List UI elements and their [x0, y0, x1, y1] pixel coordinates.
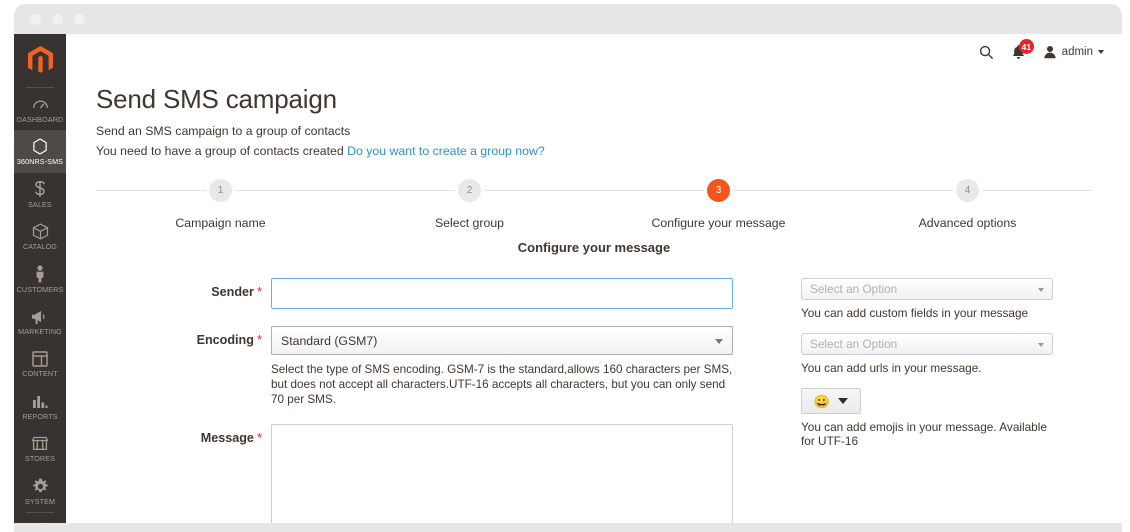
sidebar-item-sales[interactable]: SALES: [14, 173, 66, 215]
admin-header: 41 admin: [66, 34, 1122, 78]
encoding-control: Standard (GSM7) Select the type of SMS e…: [271, 326, 733, 407]
message-helper-panel: Select an Option You can add custom fiel…: [801, 278, 1063, 461]
urls-note: You can add urls in your message.: [801, 361, 982, 375]
sidebar-label: DASHBOARD: [16, 115, 64, 124]
sidebar-item-360nrs-sms[interactable]: 360NRS-SMS: [14, 130, 66, 173]
stepper-steps: 1 Campaign name 2 Select group 3 Configu…: [96, 179, 1092, 235]
sidebar-item-content[interactable]: CONTENT: [14, 342, 66, 384]
emoji-picker-button[interactable]: 😀: [801, 388, 861, 414]
encoding-selected-value: Standard (GSM7): [281, 333, 378, 348]
encoding-note: Select the type of SMS encoding. GSM-7 i…: [271, 363, 733, 406]
magento-logo[interactable]: [14, 34, 66, 87]
smiley-icon: 😀: [813, 393, 831, 409]
user-icon: [1044, 46, 1056, 59]
required-indicator: *: [256, 430, 262, 445]
step-number: 4: [956, 179, 979, 202]
window-titlebar: [14, 4, 1122, 34]
step-number: 3: [707, 179, 730, 202]
custom-fields-select[interactable]: Select an Option: [801, 278, 1053, 300]
notification-count-badge: 41: [1018, 39, 1035, 54]
hexagon-icon: [16, 137, 64, 156]
layout-icon: [16, 349, 64, 368]
box-icon: [16, 222, 64, 241]
sidebar-item-system[interactable]: SYSTEM: [14, 470, 66, 512]
urls-select[interactable]: Select an Option: [801, 333, 1053, 355]
step-label: Advanced options: [918, 216, 1017, 230]
person-icon: [16, 265, 64, 284]
admin-user-bar: 41 admin: [979, 39, 1104, 60]
close-window-button[interactable]: [30, 13, 41, 25]
step-number: 2: [458, 179, 481, 202]
page-title: Send SMS campaign: [96, 84, 337, 114]
step-select-group[interactable]: 2 Select group: [345, 179, 594, 235]
sidebar-item-reports[interactable]: REPORTS: [14, 385, 66, 427]
step-advanced-options[interactable]: 4 Advanced options: [843, 179, 1092, 235]
sender-label: Sender *: [211, 284, 262, 299]
window-bottom-strip: [14, 523, 1122, 532]
message-control: [271, 424, 733, 532]
sidebar-item-marketing[interactable]: MARKETING: [14, 300, 66, 342]
chevron-down-icon: [1098, 50, 1104, 54]
urls-selected-value: Select an Option: [810, 337, 898, 351]
dollar-icon: [16, 180, 64, 199]
dashboard-icon: [16, 95, 64, 114]
step-campaign-name[interactable]: 1 Campaign name: [96, 179, 345, 235]
sender-control: [271, 278, 733, 309]
form-heading: Configure your message: [517, 240, 671, 255]
sidebar-item-stores[interactable]: STORES: [14, 427, 66, 469]
sender-input[interactable]: [271, 278, 733, 309]
step-label: Configure your message: [651, 216, 786, 230]
chevron-down-icon: [838, 398, 849, 404]
step-label: Campaign name: [175, 216, 266, 230]
admin-user-name: admin: [1061, 46, 1093, 58]
page-viewport: DASHBOARD 360NRS-SMS SALES CATALOG CUSTO…: [14, 34, 1122, 532]
admin-sidebar: DASHBOARD 360NRS-SMS SALES CATALOG CUSTO…: [14, 34, 66, 532]
sidebar-label: CUSTOMERS: [16, 284, 64, 294]
step-number: 1: [209, 179, 232, 202]
admin-account-menu[interactable]: admin: [1043, 45, 1104, 59]
gear-icon: [16, 477, 64, 496]
sidebar-label: CONTENT: [22, 369, 58, 379]
configure-message-form: Sender * Encoding * Standard (GSM7) Sele…: [66, 278, 1122, 532]
encoding-label: Encoding *: [196, 332, 262, 347]
emojis-note: You can add emojis in your message. Avai…: [801, 420, 1047, 448]
step-configure-your-message[interactable]: 3 Configure your message: [594, 179, 843, 235]
bar-chart-icon: [16, 392, 64, 411]
minimize-window-button[interactable]: [52, 13, 63, 25]
custom-fields-note: You can add custom fields in your messag…: [801, 306, 1029, 320]
chevron-down-icon: [715, 339, 723, 344]
main-content: 41 admin Send SMS campaign Send an SMS c…: [66, 34, 1122, 532]
chevron-down-icon: [1038, 288, 1044, 292]
search-icon[interactable]: [979, 45, 994, 60]
sidebar-label: STORES: [24, 454, 56, 464]
sidebar-item-dashboard[interactable]: DASHBOARD: [14, 88, 66, 130]
required-indicator: *: [256, 332, 262, 347]
sidebar-label: CATALOG: [23, 242, 57, 252]
page-notice: You need to have a group of contacts cre…: [96, 144, 1122, 158]
browser-window: DASHBOARD 360NRS-SMS SALES CATALOG CUSTO…: [14, 4, 1122, 532]
sidebar-item-catalog[interactable]: CATALOG: [14, 215, 66, 257]
sidebar-label: MARKETING: [18, 327, 62, 337]
chevron-down-icon: [1038, 343, 1044, 347]
encoding-select[interactable]: Standard (GSM7): [271, 326, 733, 355]
page-subtitle: Send an SMS campaign to a group of conta…: [96, 124, 351, 138]
message-label: Message *: [200, 430, 262, 445]
page-notice-text: You need to have a group of contacts cre…: [96, 144, 344, 158]
megaphone-icon: [16, 307, 64, 326]
wizard-stepper: 1 Campaign name 2 Select group 3 Configu…: [96, 179, 1092, 235]
sidebar-label: SALES: [28, 199, 52, 209]
create-group-link[interactable]: Do you want to create a group now?: [347, 144, 545, 158]
maximize-window-button[interactable]: [74, 13, 85, 25]
message-textarea[interactable]: [271, 424, 733, 532]
sidebar-label: SYSTEM: [24, 496, 56, 506]
sidebar-label: 360NRS-SMS: [16, 157, 64, 167]
storefront-icon: [16, 434, 64, 453]
notifications-button[interactable]: 41: [1011, 39, 1035, 60]
custom-fields-selected-value: Select an Option: [810, 282, 898, 296]
sidebar-label: REPORTS: [22, 411, 58, 421]
step-label: Select group: [434, 216, 505, 230]
required-indicator: *: [256, 284, 262, 299]
sidebar-item-customers[interactable]: CUSTOMERS: [14, 258, 66, 300]
